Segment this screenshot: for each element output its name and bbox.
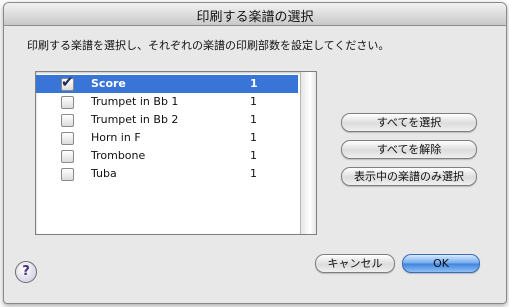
part-row-trumpet-bb-1[interactable]: Trumpet in Bb 1 1 [36, 93, 298, 111]
instruction-text: 印刷する楽譜を選択し、それぞれの楽譜の印刷部数を設定してください。 [27, 39, 390, 52]
part-checkbox-trumpet-bb-1[interactable] [61, 96, 74, 109]
list-scrollbar[interactable] [300, 72, 316, 234]
part-row-horn-in-f[interactable]: Horn in F 1 [36, 129, 298, 147]
part-checkbox-trumpet-bb-2[interactable] [61, 114, 74, 127]
dialog-title: 印刷する楽譜の選択 [196, 10, 314, 25]
parts-list[interactable]: ✔ Score 1 Trumpet in Bb 1 1 Trumpet in B… [35, 71, 317, 235]
print-parts-dialog: 印刷する楽譜の選択 印刷する楽譜を選択し、それぞれの楽譜の印刷部数を設定してくだ… [3, 2, 507, 304]
part-checkbox-trombone[interactable] [61, 150, 74, 163]
part-copies[interactable]: 1 [250, 95, 257, 108]
cancel-button[interactable]: キャンセル [315, 254, 395, 273]
part-name: Tuba [91, 167, 117, 180]
titlebar[interactable]: 印刷する楽譜の選択 [4, 3, 506, 26]
part-row-trombone[interactable]: Trombone 1 [36, 147, 298, 165]
part-name: Score [91, 77, 126, 90]
part-row-trumpet-bb-2[interactable]: Trumpet in Bb 2 1 [36, 111, 298, 129]
part-copies[interactable]: 1 [250, 149, 257, 162]
check-icon: ✔ [61, 73, 74, 91]
part-checkbox-tuba[interactable] [61, 168, 74, 181]
part-copies[interactable]: 1 [250, 113, 257, 126]
part-copies[interactable]: 1 [250, 131, 257, 144]
select-visible-button[interactable]: 表示中の楽譜のみ選択 [341, 167, 477, 186]
help-icon[interactable]: ? [15, 261, 37, 283]
part-checkbox-horn-in-f[interactable] [61, 132, 74, 145]
ok-button[interactable]: OK [402, 254, 480, 273]
part-row-score[interactable]: ✔ Score 1 [36, 73, 298, 93]
part-checkbox-score[interactable]: ✔ [61, 73, 74, 91]
select-all-button[interactable]: すべてを選択 [341, 113, 477, 132]
part-name: Horn in F [91, 131, 141, 144]
part-name: Trumpet in Bb 1 [91, 95, 179, 108]
part-name: Trumpet in Bb 2 [91, 113, 179, 126]
deselect-all-button[interactable]: すべてを解除 [341, 140, 477, 159]
part-copies[interactable]: 1 [250, 167, 257, 180]
part-copies[interactable]: 1 [250, 77, 258, 90]
part-row-tuba[interactable]: Tuba 1 [36, 165, 298, 183]
part-name: Trombone [91, 149, 146, 162]
